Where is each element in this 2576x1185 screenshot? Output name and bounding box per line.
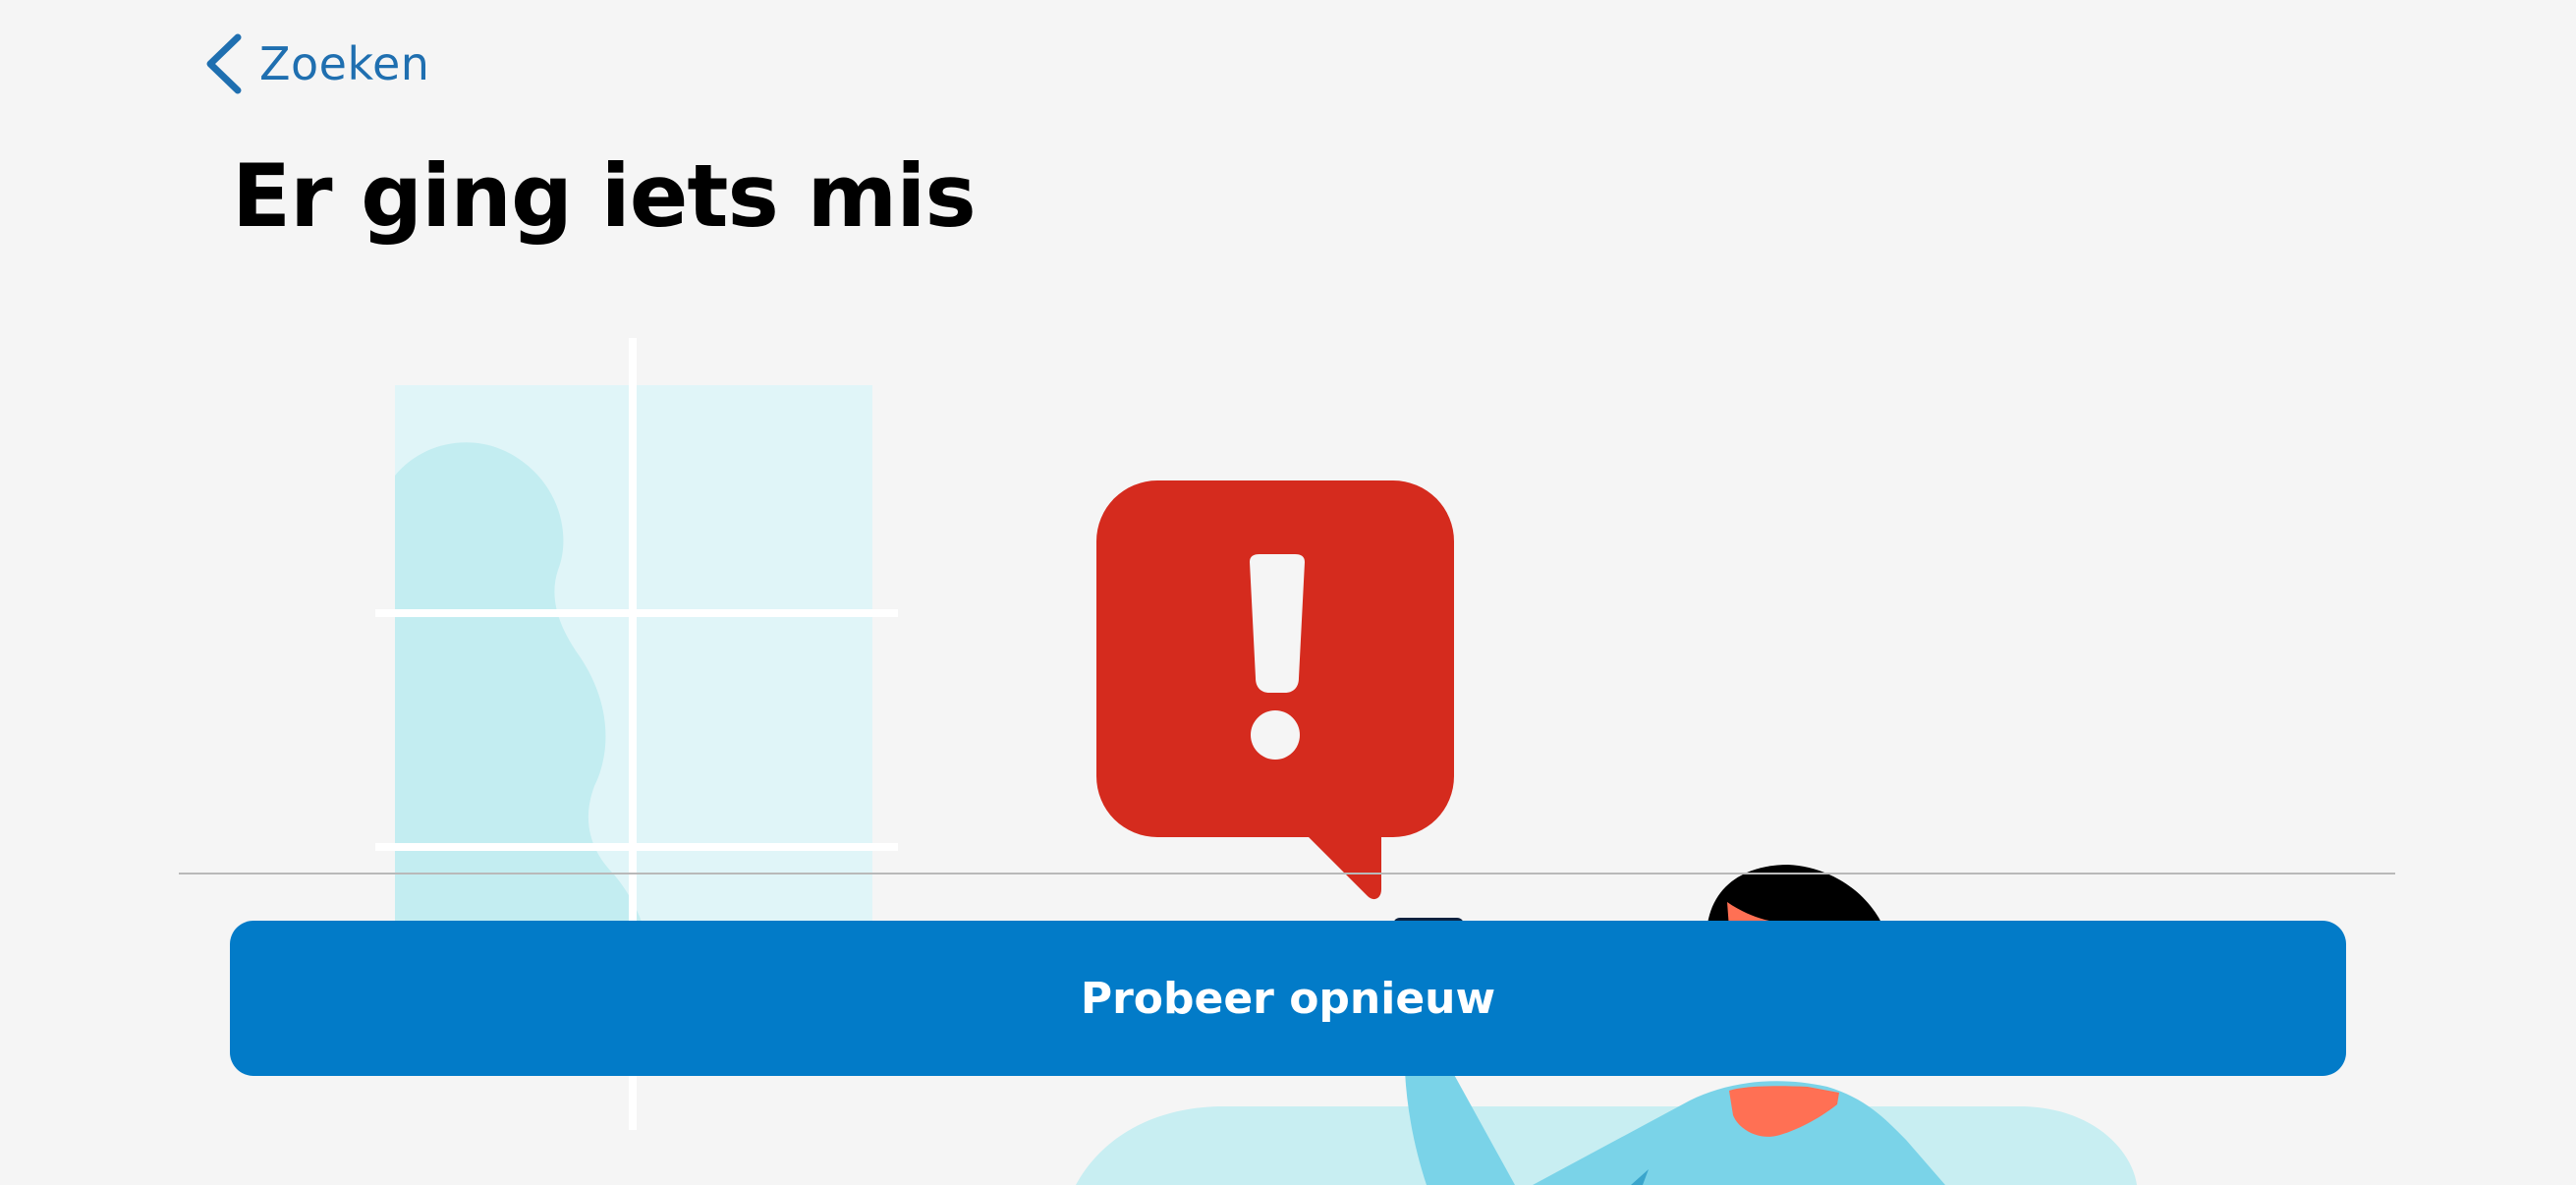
divider: [179, 873, 2395, 875]
exclamation-speech-bubble-icon: [1096, 480, 1454, 900]
retry-button[interactable]: Probeer opnieuw: [230, 921, 2346, 1076]
